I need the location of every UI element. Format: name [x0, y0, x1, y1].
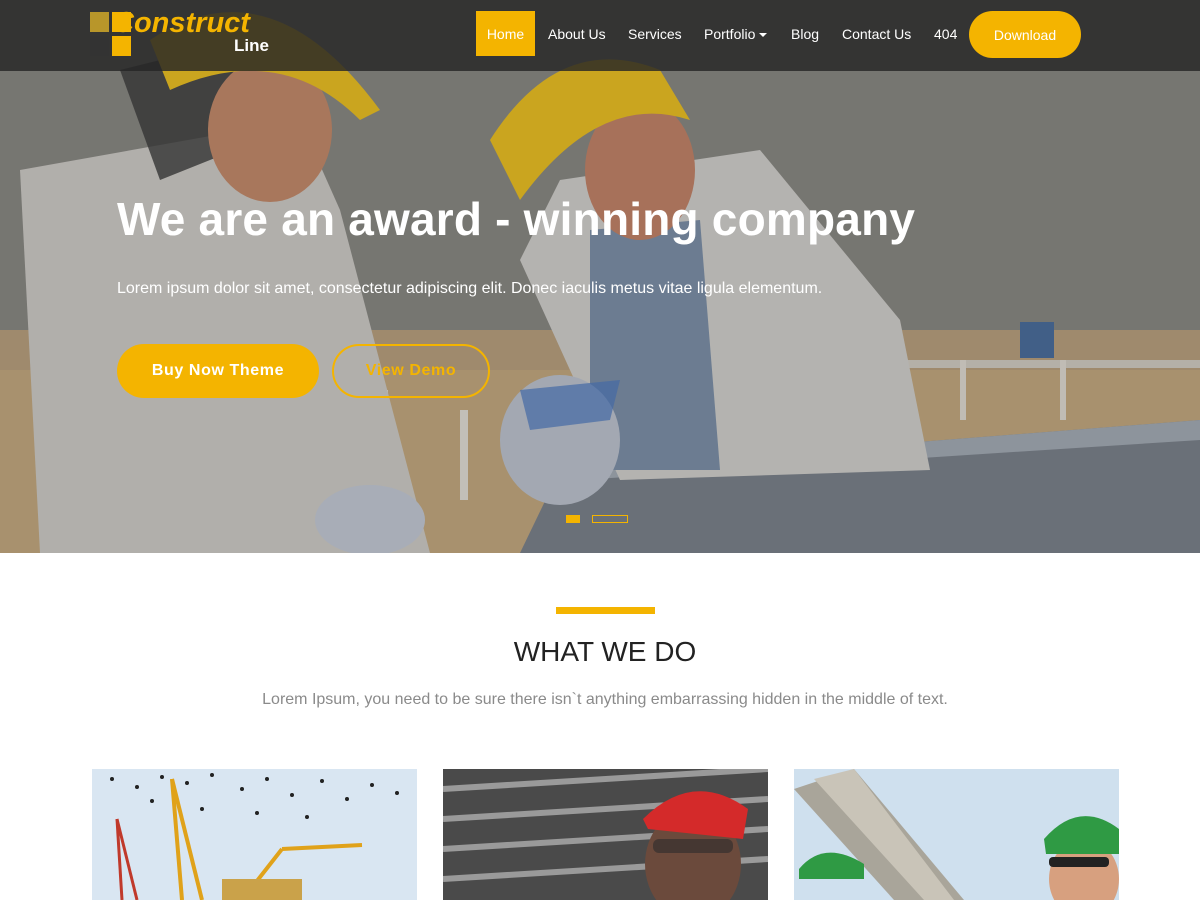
section-accent-bar [556, 607, 655, 614]
service-card-workers[interactable] [794, 769, 1119, 900]
service-image-welder [443, 769, 768, 900]
site-header: Construct Line Home About Us Services Po… [0, 0, 1200, 71]
section-title: WHAT WE DO [513, 636, 697, 667]
buy-now-button[interactable]: Buy Now Theme [117, 344, 319, 398]
nav-item-contact-us[interactable]: Contact Us [842, 23, 911, 45]
nav-item-blog[interactable]: Blog [791, 23, 819, 45]
section-subtitle: Lorem Ipsum, you need to be sure there i… [262, 691, 948, 708]
nav-item-services[interactable]: Services [628, 23, 682, 45]
logo-title: Construct [113, 7, 250, 39]
service-image-cranes [92, 769, 417, 900]
hero-overlay [0, 0, 1200, 553]
hero-title: We are an award - winning company [117, 193, 916, 245]
view-demo-button[interactable]: View Demo [332, 344, 490, 398]
download-button[interactable]: Download [969, 11, 1081, 58]
hero-subtitle: Lorem ipsum dolor sit amet, consectetur … [117, 280, 823, 297]
dropdown-caret-icon [759, 33, 768, 38]
hero-banner: We are an award - winning company Lorem … [0, 0, 1200, 553]
nav-item-about-us[interactable]: About Us [548, 23, 606, 45]
nav-item-home[interactable]: Home [476, 11, 535, 56]
service-card-welder[interactable] [443, 769, 768, 900]
slider-dot-1[interactable] [566, 515, 580, 523]
service-card-cranes[interactable] [92, 769, 417, 900]
nav-item-portfolio-label: Portfolio [704, 26, 756, 42]
nav-item-portfolio[interactable]: Portfolio [704, 23, 768, 45]
logo-subtitle: Line [234, 36, 269, 55]
slider-dot-2[interactable] [592, 515, 628, 523]
nav-item-404[interactable]: 404 [934, 23, 957, 45]
service-image-workers [794, 769, 1119, 900]
